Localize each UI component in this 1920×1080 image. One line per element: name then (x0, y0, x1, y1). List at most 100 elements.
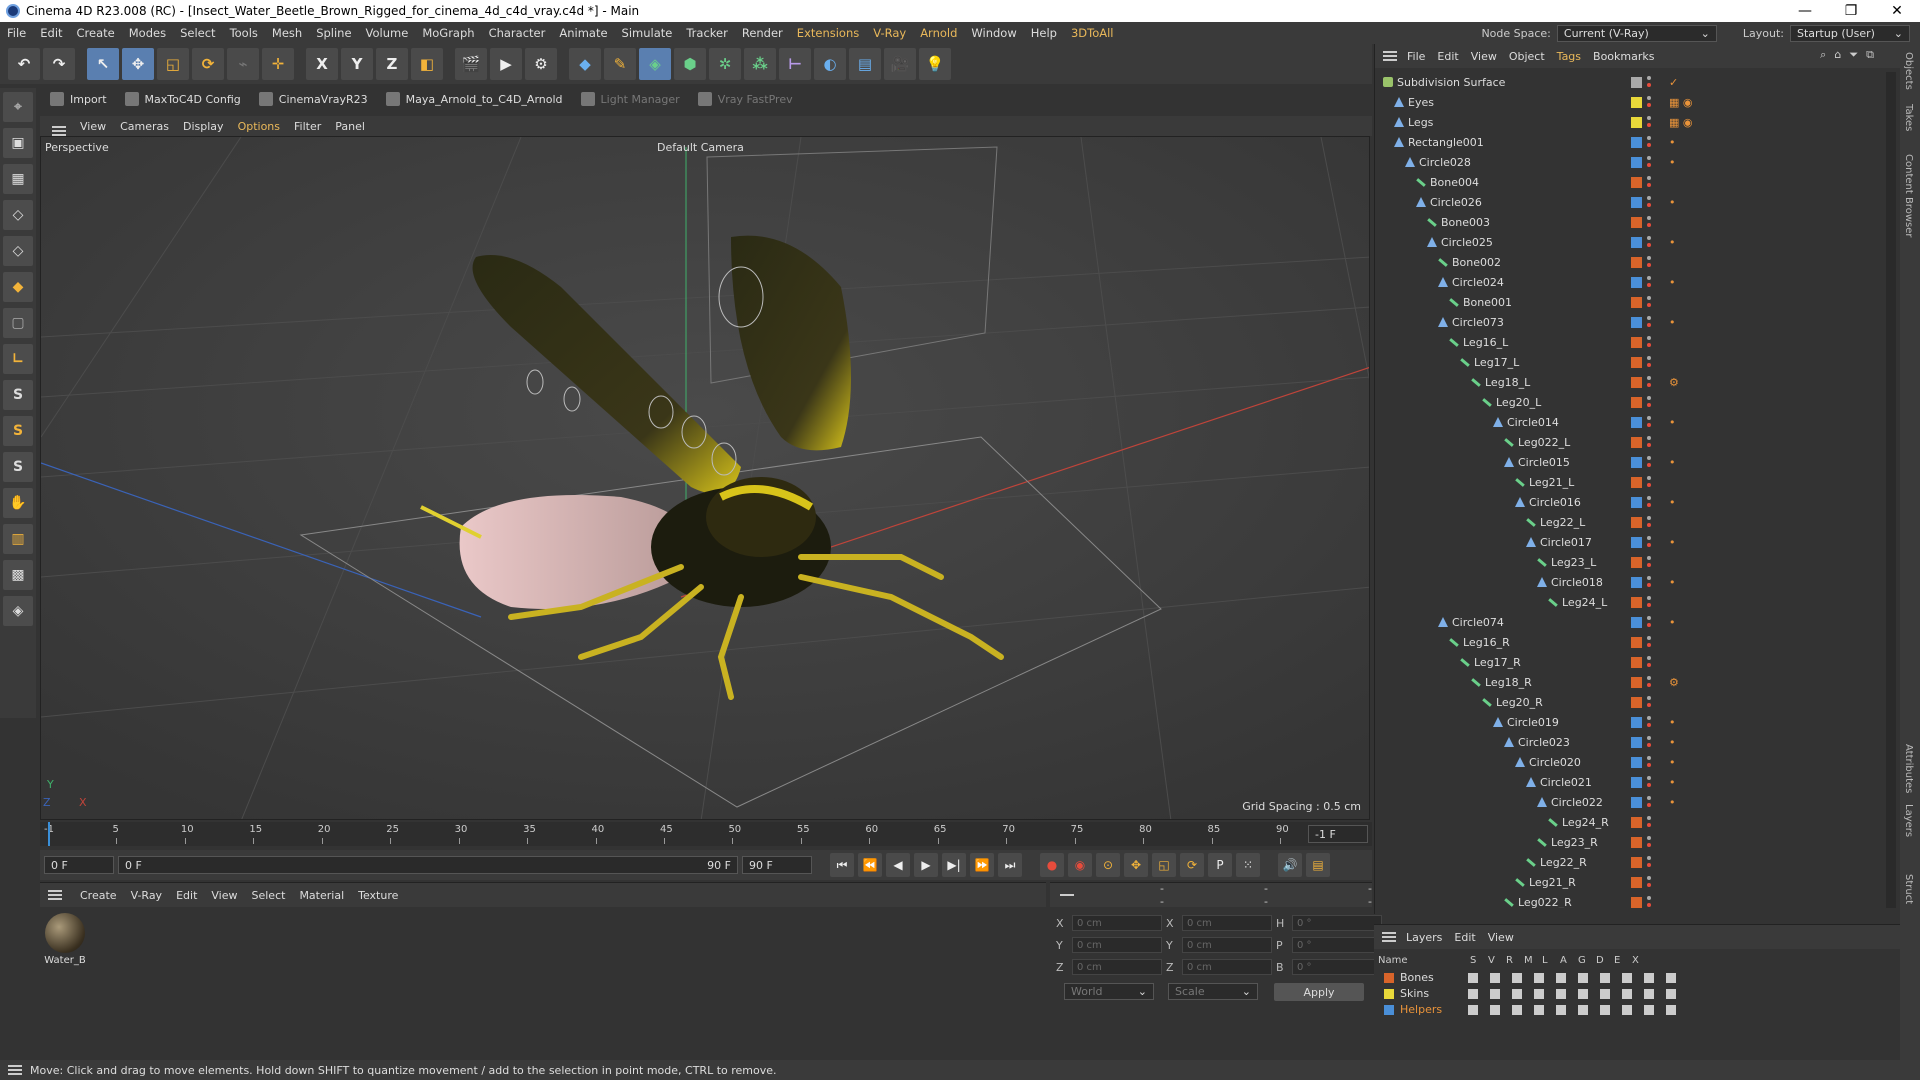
position-z-field[interactable]: 0 cm (1072, 959, 1162, 975)
visibility-toggle[interactable] (1647, 156, 1651, 168)
visibility-toggle[interactable] (1647, 396, 1651, 408)
visibility-toggle[interactable] (1647, 176, 1651, 188)
menu-3dtoall[interactable]: 3DToAll (1064, 26, 1121, 40)
object-tags[interactable]: ⚙ (1669, 376, 1679, 389)
menu-create[interactable]: Create (70, 26, 122, 40)
play-button[interactable]: ▶ (914, 853, 938, 877)
object-tags[interactable]: • (1669, 756, 1676, 769)
previous-frame-button[interactable]: ◀ (886, 853, 910, 877)
object-row[interactable]: Leg16_R (1375, 632, 1885, 652)
layer-color-swatch[interactable] (1631, 416, 1642, 428)
camera-button[interactable]: 🎥 (884, 48, 916, 80)
layer-color-swatch[interactable] (1631, 676, 1642, 688)
layer-color-swatch[interactable] (1631, 896, 1642, 908)
object-tags[interactable]: ⚙ (1669, 676, 1679, 689)
object-tags[interactable]: • (1669, 316, 1676, 329)
viewport-menu-view[interactable]: View (80, 120, 106, 133)
coordinate-mode-dropdown[interactable]: World ⌄ (1064, 983, 1154, 1000)
layer-menu-view[interactable]: View (1488, 931, 1514, 944)
z-axis-lock-button[interactable]: Z (376, 48, 408, 80)
go-to-start-button[interactable]: ⏮ (830, 853, 854, 877)
object-row[interactable]: Leg22_L (1375, 512, 1885, 532)
layer-visible-toggle[interactable] (1490, 988, 1500, 999)
rotation-p-field[interactable]: 0 ° (1292, 937, 1382, 953)
menu-spline[interactable]: Spline (309, 26, 358, 40)
coordinate-system-button[interactable]: ◧ (411, 48, 443, 80)
layer-color-swatch[interactable] (1631, 156, 1642, 168)
layer-render-toggle[interactable] (1512, 972, 1522, 983)
layer-generators-toggle[interactable] (1600, 1004, 1610, 1015)
plugin-import[interactable]: Import (50, 92, 107, 106)
object-row[interactable]: Circle015 • (1375, 452, 1885, 472)
plugin-vray-fastprev[interactable]: Vray FastPrev (697, 92, 793, 106)
layer-manager-toggle[interactable] (1534, 1004, 1544, 1015)
object-row[interactable]: Circle023 • (1375, 732, 1885, 752)
layer-color-swatch[interactable] (1631, 96, 1642, 108)
material-menu-select[interactable]: Select (252, 889, 286, 902)
object-row[interactable]: Leg21_L (1375, 472, 1885, 492)
material-menu-edit[interactable]: Edit (176, 889, 197, 902)
object-menu-edit[interactable]: Edit (1437, 50, 1458, 63)
layout-dropdown[interactable]: Startup (User) ⌄ (1790, 24, 1910, 42)
scheme-button[interactable]: 🔊 (1278, 853, 1302, 877)
object-row[interactable]: Leg18_L ⚙ (1375, 372, 1885, 392)
menu-render[interactable]: Render (735, 26, 790, 40)
object-row[interactable]: Leg20_L (1375, 392, 1885, 412)
points-mode-button[interactable]: ◇ (3, 200, 33, 230)
hamburger-icon[interactable] (48, 890, 62, 900)
move-tool-button[interactable]: ✥ (122, 48, 154, 80)
perspective-viewport[interactable]: Perspective Default Camera Grid Spacing … (40, 136, 1370, 820)
visibility-toggle[interactable] (1647, 476, 1651, 488)
layer-color-swatch[interactable] (1631, 176, 1642, 188)
end-frame-field[interactable]: 90 F (742, 856, 812, 874)
layer-deformers-toggle[interactable] (1622, 1004, 1632, 1015)
size-mode-dropdown[interactable]: Scale ⌄ (1168, 983, 1258, 1000)
visibility-toggle[interactable] (1647, 536, 1651, 548)
visibility-toggle[interactable] (1647, 656, 1651, 668)
material-menu-v-ray[interactable]: V-Ray (131, 889, 163, 902)
size-x-field[interactable]: 0 cm (1182, 915, 1272, 931)
menu-select[interactable]: Select (173, 26, 222, 40)
layer-manager-toggle[interactable] (1534, 988, 1544, 999)
layer-color-swatch[interactable] (1631, 716, 1642, 728)
object-tags[interactable]: • (1669, 496, 1676, 509)
snap-settings-button[interactable]: S (3, 416, 33, 446)
visibility-toggle[interactable] (1647, 696, 1651, 708)
object-row[interactable]: Circle018 • (1375, 572, 1885, 592)
layer-solo-toggle[interactable] (1468, 972, 1478, 983)
tweak-mode-button[interactable]: ✋ (3, 488, 33, 518)
layer-row-skins[interactable]: Skins (1384, 987, 1682, 1000)
object-row[interactable]: Circle024 • (1375, 272, 1885, 292)
visibility-toggle[interactable] (1647, 896, 1651, 908)
layer-color-swatch[interactable] (1631, 596, 1642, 608)
position-x-field[interactable]: 0 cm (1072, 915, 1162, 931)
object-row[interactable]: Leg21_R (1375, 872, 1885, 892)
object-row[interactable]: Circle019 • (1375, 712, 1885, 732)
timeline-ruler[interactable]: -1 F -1510152025303540455055606570758085… (40, 822, 1372, 846)
layer-color-swatch[interactable] (1631, 656, 1642, 668)
object-row[interactable]: Leg23_R (1375, 832, 1885, 852)
visibility-toggle[interactable] (1647, 236, 1651, 248)
layer-generators-toggle[interactable] (1600, 988, 1610, 999)
layer-manager-toggle[interactable] (1534, 972, 1544, 983)
redo-button[interactable]: ↷ (43, 48, 75, 80)
layer-visible-toggle[interactable] (1490, 1004, 1500, 1015)
hamburger-icon[interactable] (8, 1065, 22, 1075)
object-tree-scrollbar[interactable] (1886, 72, 1896, 908)
object-tags[interactable]: • (1669, 156, 1676, 169)
object-row[interactable]: Circle025 • (1375, 232, 1885, 252)
layer-deformers-toggle[interactable] (1622, 988, 1632, 999)
visibility-toggle[interactable] (1647, 556, 1651, 568)
menu-animate[interactable]: Animate (552, 26, 614, 40)
make-editable-button[interactable]: ⌖ (3, 92, 33, 122)
menu-volume[interactable]: Volume (359, 26, 416, 40)
snap-button[interactable]: S (3, 380, 33, 410)
layer-render-toggle[interactable] (1512, 1004, 1522, 1015)
visibility-toggle[interactable] (1647, 76, 1651, 88)
visibility-toggle[interactable] (1647, 416, 1651, 428)
undo-button[interactable]: ↶ (8, 48, 40, 80)
plugin-maxtoc4d-config[interactable]: MaxToC4D Config (124, 92, 241, 106)
object-row[interactable]: Bone003 (1375, 212, 1885, 232)
visibility-toggle[interactable] (1647, 496, 1651, 508)
layer-color-swatch[interactable] (1631, 736, 1642, 748)
